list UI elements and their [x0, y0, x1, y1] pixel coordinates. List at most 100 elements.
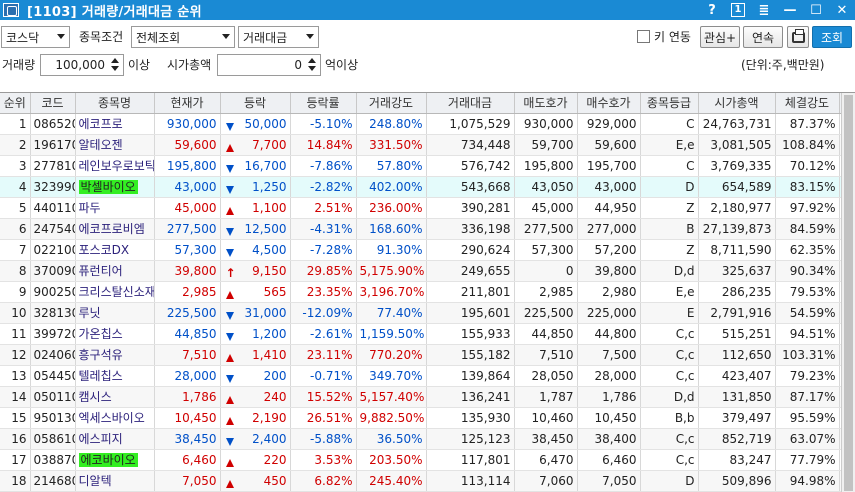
cell-chg: 7,700 — [220, 134, 291, 156]
column-header[interactable]: 매도호가 — [514, 93, 578, 114]
sort-select[interactable]: 거래대금 — [238, 26, 319, 48]
cell-mcap: 509,896 — [698, 470, 776, 492]
cell-bid-value: 929,000 — [586, 116, 637, 131]
cell-grade-value: C,c — [675, 347, 695, 362]
table-row[interactable]: 11 399720 가온칩스 44,850 1,200 -2.61% 1,159.50% 15… — [0, 323, 854, 345]
cell-code-value: 054450 — [33, 368, 75, 383]
cell-bid: 43,000 — [577, 176, 641, 198]
cell-value-value: 336,198 — [460, 221, 511, 236]
upper-limit-arrow-icon: ↑ — [225, 265, 236, 280]
cell-rank-value: 18 — [11, 473, 27, 488]
table-row[interactable]: 14 050110 캠시스 1,786 240 15.52% 5,157.40% 136,24… — [0, 386, 854, 408]
help-icon[interactable]: ? — [699, 0, 725, 20]
column-header[interactable]: 거래강도 — [356, 93, 427, 114]
column-header[interactable]: 등락률 — [290, 93, 357, 114]
cell-exec: 79.23% — [775, 365, 840, 387]
cell-price: 39,800 — [154, 260, 221, 282]
cell-price-value: 7,050 — [182, 473, 217, 488]
cell-grade-value: B — [686, 221, 695, 236]
table-row[interactable]: 15 950130 엑세스바이오 10,450 2,190 26.51% 9,882.50%… — [0, 407, 854, 429]
table-row[interactable]: 4 323990 박셀바이오 43,000 1,250 -2.82% 402.00% 543,… — [0, 176, 854, 198]
cell-mcap-value: 112,650 — [721, 347, 772, 362]
column-header[interactable]: 종목등급 — [640, 93, 699, 114]
column-header[interactable]: 등락 — [220, 93, 291, 114]
continuous-button[interactable]: 연속 — [743, 26, 783, 48]
vertical-scrollbar[interactable] — [841, 93, 855, 492]
scrollbar-thumb[interactable] — [844, 95, 853, 491]
cell-ask-value: 10,460 — [531, 410, 574, 425]
column-header[interactable]: 종목명 — [75, 93, 155, 114]
cell-value: 135,930 — [426, 407, 515, 429]
table-row[interactable]: 3 277810 레인보우로보틱 195,800 16,700 -7.86% 57.80% 5… — [0, 155, 854, 177]
cell-exec: 87.37% — [775, 113, 840, 135]
cell-value-value: 113,114 — [460, 473, 511, 488]
cell-bid-value: 10,450 — [594, 410, 637, 425]
table-row[interactable]: 10 328130 루닛 225,500 31,000 -12.09% 77.40% 195,… — [0, 302, 854, 324]
table-row[interactable]: 12 024060 흥구석유 7,510 1,410 23.11% 770.20% 155,1… — [0, 344, 854, 366]
cell-name: 크리스탈신소재 — [75, 281, 155, 303]
cell-rank: 4 — [0, 176, 31, 198]
cell-mcap: 852,719 — [698, 428, 776, 450]
column-header[interactable]: 시가총액 — [698, 93, 776, 114]
table-row[interactable]: 7 022100 포스코DX 57,300 4,500 -7.28% 91.30% 290,6… — [0, 239, 854, 261]
search-button[interactable]: 조회 — [812, 26, 852, 48]
column-header[interactable]: 체결강도 — [775, 93, 840, 114]
threshold-toolbar: 거래량 100,000 이상 시가총액 0 억이상 (단위:주,백만원) — [0, 52, 855, 78]
mcap-input[interactable]: 0 — [217, 54, 321, 76]
cell-pct-value: 14.84% — [306, 137, 353, 152]
cell-rank-value: 10 — [11, 305, 27, 320]
cell-strength-value: 245.40% — [369, 473, 423, 488]
menu-icon[interactable]: ≣ — [751, 0, 777, 20]
cell-rank: 14 — [0, 386, 31, 408]
table-row[interactable]: 1 086520 에코프로 930,000 50,000 -5.10% 248.80% 1,0… — [0, 113, 854, 135]
cell-chg-value: 9,150 — [252, 263, 287, 278]
cell-exec: 77.79% — [775, 449, 840, 471]
cell-strength-value: 1,159.50% — [359, 326, 425, 341]
print-button[interactable] — [787, 26, 809, 48]
table-row[interactable]: 13 054450 텔레칩스 28,000 200 -0.71% 349.70% 139,86… — [0, 365, 854, 387]
column-header[interactable]: 현재가 — [154, 93, 221, 114]
column-header[interactable]: 매수호가 — [577, 93, 641, 114]
table-row[interactable]: 16 058610 에스피지 38,450 2,400 -5.88% 36.50% 125,1… — [0, 428, 854, 450]
cell-mcap-value: 515,251 — [721, 326, 772, 341]
cell-value: 113,114 — [426, 470, 515, 492]
market-select[interactable]: 코스닥 — [1, 26, 70, 48]
cell-bid-value: 195,700 — [586, 158, 637, 173]
cell-price-value: 28,000 — [174, 368, 217, 383]
cell-chg-value: 565 — [263, 284, 287, 299]
table-row[interactable]: 2 196170 알테오젠 59,600 7,700 14.84% 331.50% 734,4… — [0, 134, 854, 156]
cell-price: 59,600 — [154, 134, 221, 156]
cell-code-value: 086520 — [33, 116, 75, 131]
mcap-spinner-icon[interactable] — [307, 58, 317, 72]
column-header[interactable]: 거래대금 — [426, 93, 515, 114]
minimize-icon[interactable]: — — [777, 0, 803, 20]
cell-value-value: 290,624 — [460, 242, 511, 257]
key-link-checkbox[interactable] — [637, 30, 650, 43]
cell-pct: 15.52% — [290, 386, 357, 408]
volume-spinner-icon[interactable] — [110, 58, 120, 72]
close-icon[interactable]: ✕ — [829, 0, 855, 20]
cell-mcap-value: 2,180,977 — [710, 200, 772, 215]
table-row[interactable]: 5 440110 파두 45,000 1,100 2.51% 236.00% 390,281 4… — [0, 197, 854, 219]
cell-strength-value: 168.60% — [369, 221, 423, 236]
cell-ask-value: 6,470 — [539, 452, 574, 467]
cell-price: 6,460 — [154, 449, 221, 471]
maximize-icon[interactable]: ☐ — [803, 0, 829, 20]
cell-chg: 240 — [220, 386, 291, 408]
volume-suffix: 이상 — [128, 58, 151, 72]
cell-name: 에코바이오 — [75, 449, 155, 471]
cell-grade: D,d — [640, 260, 699, 282]
column-header[interactable]: 코드 — [30, 93, 76, 114]
screen-one-button[interactable]: 1 — [725, 0, 751, 20]
table-row[interactable]: 17 038870 에코바이오 6,460 220 3.53% 203.50% 117,801… — [0, 449, 854, 471]
table-row[interactable]: 6 247540 에코프로비엠 277,500 12,500 -4.31% 168.60% 3… — [0, 218, 854, 240]
table-row[interactable]: 18 214680 디알텍 7,050 450 6.82% 245.40% 113,114 7,… — [0, 470, 854, 492]
volume-input[interactable]: 100,000 — [40, 54, 124, 76]
condition-select-value: 전체조회 — [136, 30, 181, 45]
condition-select[interactable]: 전체조회 — [131, 26, 235, 48]
cell-mcap-value: 325,637 — [721, 263, 772, 278]
column-header[interactable]: 순위 — [0, 93, 31, 114]
table-row[interactable]: 8 370090 퓨런티어 39,800 ↑ 9,150 29.85% 5,175.90% 24… — [0, 260, 854, 282]
table-row[interactable]: 9 900250 크리스탈신소재 2,985 565 23.35% 3,196.70% 211… — [0, 281, 854, 303]
interest-add-button[interactable]: 관심+ — [700, 26, 740, 48]
